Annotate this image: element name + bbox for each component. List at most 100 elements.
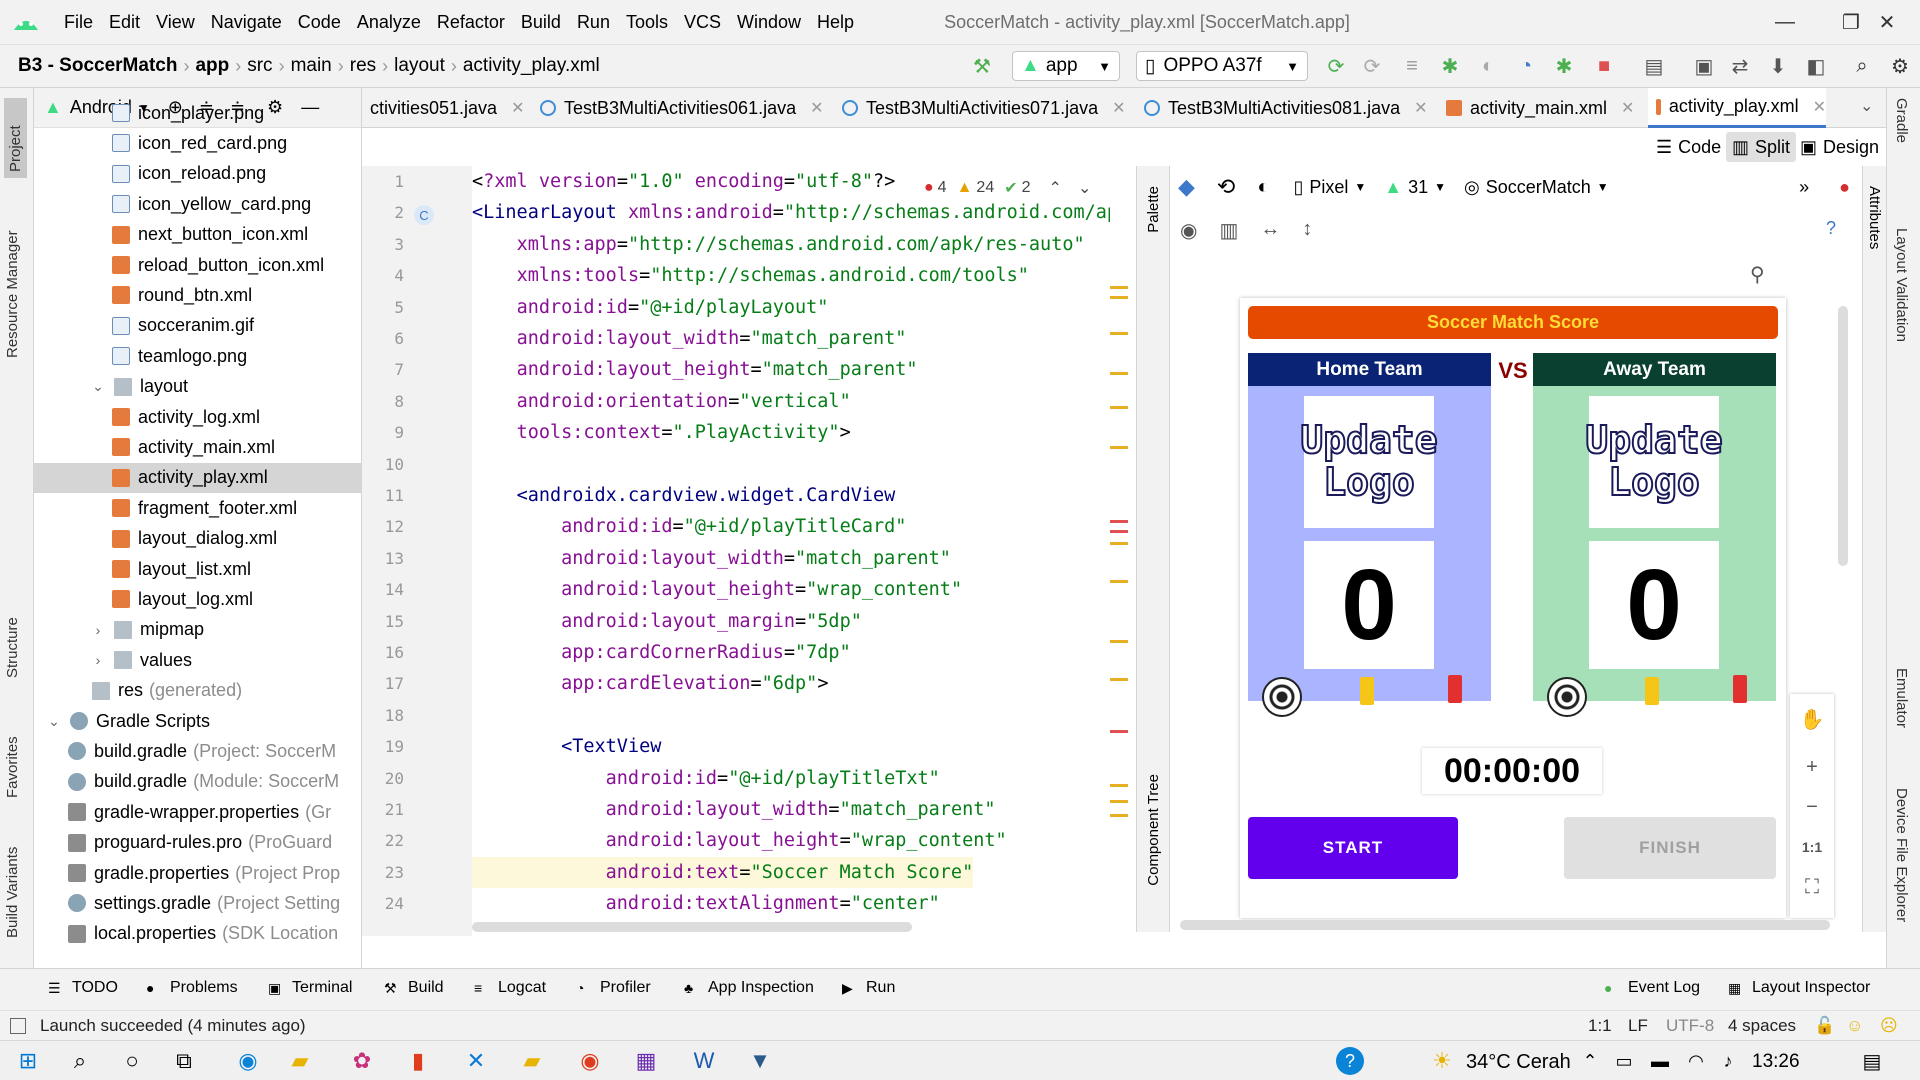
tree-item[interactable]: gradle.properties (Project Prop xyxy=(34,858,361,888)
editor-tab[interactable]: TestB3MultiActivities071.java ✕ xyxy=(834,88,1136,128)
menu-help[interactable]: Help xyxy=(809,12,862,33)
tab-project[interactable]: Project xyxy=(4,98,27,178)
tree-item[interactable]: next_button_icon.xml xyxy=(34,220,361,250)
inspection-marker[interactable] xyxy=(1110,406,1128,409)
tree-item[interactable]: › mipmap xyxy=(34,615,361,645)
help-icon[interactable]: ? xyxy=(1826,218,1836,239)
tree-item[interactable]: gradle-wrapper.properties (Gr xyxy=(34,797,361,827)
vscode-icon[interactable]: ✕ xyxy=(462,1047,490,1075)
chevron-down-icon[interactable]: ⌄ xyxy=(46,713,62,730)
menu-vcs[interactable]: VCS xyxy=(676,12,729,33)
code-line[interactable]: <?xml version="1.0" encoding="utf-8"?> xyxy=(472,166,895,197)
tab-logcat[interactable]: ≡ Logcat xyxy=(474,979,546,997)
chevron-up-icon[interactable]: ⌃ xyxy=(1576,1047,1604,1075)
inspection-marker[interactable] xyxy=(1110,800,1128,803)
tree-item[interactable]: activity_play.xml xyxy=(34,462,361,493)
sdk-manager-icon[interactable]: ⬇ xyxy=(1764,52,1792,80)
zoom-in-icon[interactable]: + xyxy=(1790,750,1834,784)
tabs-dropdown-icon[interactable]: ⌄ xyxy=(1860,96,1873,116)
search-icon[interactable]: ⌕ xyxy=(66,1047,94,1075)
yellow-card-icon[interactable] xyxy=(1645,677,1659,705)
tree-item[interactable]: build.gradle (Module: SoccerM xyxy=(34,767,361,797)
avd-manager-icon[interactable]: ▣ xyxy=(1690,52,1718,80)
breadcrumb-item[interactable]: res xyxy=(344,55,382,77)
tree-item[interactable]: layout_list.xml xyxy=(34,554,361,584)
inspection-marker[interactable] xyxy=(1110,286,1128,289)
tree-item[interactable]: icon_red_card.png xyxy=(34,128,361,158)
close-tab-icon[interactable]: ✕ xyxy=(1414,98,1427,118)
breadcrumb-item[interactable]: B3 - SoccerMatch xyxy=(12,55,183,77)
task-view-icon[interactable]: ⧉ xyxy=(170,1047,198,1075)
tab-favorites[interactable]: Favorites xyxy=(4,708,21,798)
weather-text[interactable]: 34°C Cerah xyxy=(1466,1051,1571,1074)
theme-selector[interactable]: SoccerMatch xyxy=(1486,177,1591,198)
code-line[interactable]: android:layout_width="match_parent" xyxy=(472,794,996,825)
tree-item[interactable]: layout_dialog.xml xyxy=(34,524,361,554)
inspection-marker[interactable] xyxy=(1110,678,1128,681)
inspection-marker[interactable] xyxy=(1110,520,1128,523)
chevron-up-icon[interactable]: ⌃ xyxy=(1049,178,1062,198)
attach-debugger-icon[interactable]: ✱ xyxy=(1550,52,1578,80)
menu-navigate[interactable]: Navigate xyxy=(203,12,290,33)
chevron-right-icon[interactable]: › xyxy=(90,652,106,668)
sticky-notes-icon[interactable]: ▰ xyxy=(518,1047,546,1075)
horizontal-scrollbar[interactable] xyxy=(472,922,912,932)
start-button[interactable]: START xyxy=(1248,817,1458,879)
tree-item[interactable]: round_btn.xml xyxy=(34,280,361,310)
tab-app-inspection[interactable]: ♣ App Inspection xyxy=(684,979,814,997)
menu-refactor[interactable]: Refactor xyxy=(429,12,513,33)
soccer-ball-icon[interactable] xyxy=(1262,677,1302,717)
blueprint-icon[interactable]: ▥ xyxy=(1219,218,1238,243)
close-tab-icon[interactable]: ✕ xyxy=(1112,98,1125,118)
battery-icon[interactable]: ▬ xyxy=(1646,1047,1674,1075)
tree-item[interactable]: activity_main.xml xyxy=(34,432,361,462)
notification-icon[interactable]: ▤ xyxy=(1858,1047,1886,1075)
apply-changes-icon[interactable]: ⟳ xyxy=(1358,52,1386,80)
menu-analyze[interactable]: Analyze xyxy=(349,12,429,33)
horizontal-resize-icon[interactable]: ↔ xyxy=(1260,218,1280,243)
menu-tools[interactable]: Tools xyxy=(618,12,676,33)
tab-profiler[interactable]: ◔ Profiler xyxy=(576,979,651,997)
line-separator[interactable]: LF xyxy=(1628,1016,1648,1036)
tree-item[interactable]: local.properties (SDK Location xyxy=(34,919,361,949)
android-studio-taskbar-icon[interactable]: ▼ xyxy=(746,1047,774,1075)
menu-edit[interactable]: Edit xyxy=(101,12,148,33)
windows-start-icon[interactable]: ⊞ xyxy=(14,1047,42,1075)
code-view-button[interactable]: ☰ Code xyxy=(1650,132,1727,162)
close-tab-icon[interactable]: ✕ xyxy=(1813,97,1826,117)
inspection-marker[interactable] xyxy=(1110,814,1128,817)
tab-event-log[interactable]: ● Event Log xyxy=(1604,979,1700,997)
eye-icon[interactable]: ◉ xyxy=(1180,218,1197,243)
inspection-marker[interactable] xyxy=(1110,530,1128,533)
zoom-fit-icon[interactable]: ⛶ xyxy=(1790,870,1834,904)
code-line[interactable]: android:layout_width="match_parent" xyxy=(472,323,907,354)
tree-item[interactable]: proguard-rules.pro (ProGuard xyxy=(34,828,361,858)
device-dropdown[interactable]: ▯ OPPO A37f ▼ xyxy=(1136,51,1308,81)
inspection-marker[interactable] xyxy=(1110,542,1128,545)
edge-icon[interactable]: ◉ xyxy=(234,1047,262,1075)
app-icon[interactable]: ✿ xyxy=(348,1047,376,1075)
inspection-marker[interactable] xyxy=(1110,580,1128,583)
code-line[interactable]: android:layout_width="match_parent" xyxy=(472,543,951,574)
rerun-icon[interactable]: ⟳ xyxy=(1322,52,1350,80)
code-line[interactable]: <androidx.cardview.widget.CardView xyxy=(472,480,896,511)
vertical-resize-icon[interactable]: ↕ xyxy=(1302,218,1312,243)
code-line[interactable]: android:text="Soccer Match Score" xyxy=(472,856,974,888)
editor-tab[interactable]: TestB3MultiActivities061.java ✕ xyxy=(532,88,834,128)
pan-icon[interactable]: ✋ xyxy=(1790,702,1834,736)
office-icon[interactable]: ▮ xyxy=(404,1047,432,1075)
code-line[interactable]: android:layout_height="wrap_content" xyxy=(472,825,1007,856)
editor-tab[interactable]: activity_play.xml ✕ xyxy=(1648,88,1826,128)
inspection-marker[interactable] xyxy=(1110,784,1128,787)
lock-icon[interactable]: 🔓 xyxy=(1814,1016,1835,1036)
indent-setting[interactable]: 4 spaces xyxy=(1728,1016,1796,1036)
status-message[interactable]: Launch succeeded (4 minutes ago) xyxy=(40,1016,306,1036)
class-icon[interactable]: C xyxy=(414,205,434,225)
menu-file[interactable]: File xyxy=(56,12,101,33)
away-team-logo[interactable]: Update Logo xyxy=(1584,396,1724,528)
finish-button[interactable]: FINISH xyxy=(1564,817,1776,879)
home-team-logo[interactable]: Update Logo xyxy=(1299,396,1439,528)
cortana-icon[interactable]: ○ xyxy=(118,1047,146,1075)
close-tab-icon[interactable]: ✕ xyxy=(511,98,524,118)
profile-icon[interactable]: ◔ xyxy=(1512,52,1540,80)
